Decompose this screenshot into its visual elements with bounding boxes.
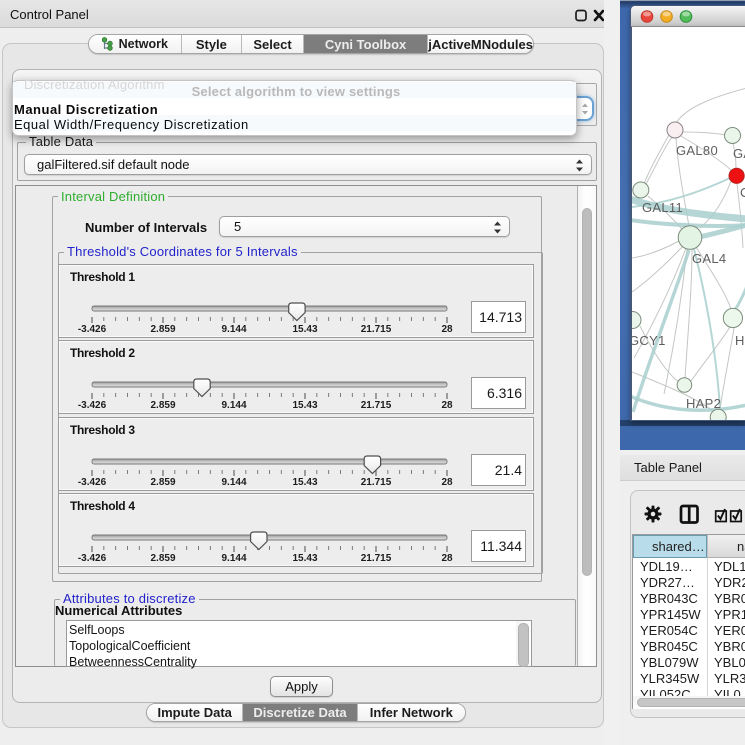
svg-text:15.43: 15.43 — [292, 324, 317, 335]
svg-text:21.715: 21.715 — [361, 324, 392, 335]
svg-text:9.144: 9.144 — [221, 477, 246, 488]
svg-text:2.859: 2.859 — [150, 324, 175, 335]
svg-text:2.859: 2.859 — [150, 477, 175, 488]
svg-text:GAL4: GAL4 — [692, 251, 726, 266]
svg-text:21.715: 21.715 — [361, 477, 392, 488]
svg-text:GAL11: GAL11 — [642, 200, 683, 215]
svg-text:15.43: 15.43 — [292, 400, 317, 411]
svg-text:28: 28 — [441, 553, 453, 564]
svg-text:-3.426: -3.426 — [78, 553, 107, 564]
svg-text:GAL80: GAL80 — [676, 143, 718, 158]
svg-text:28: 28 — [441, 400, 453, 411]
svg-text:9.144: 9.144 — [221, 324, 246, 335]
svg-text:GA: GA — [733, 146, 745, 161]
svg-text:9.144: 9.144 — [221, 553, 246, 564]
svg-text:-3.426: -3.426 — [78, 477, 107, 488]
svg-text:-3.426: -3.426 — [78, 400, 107, 411]
svg-text:28: 28 — [441, 477, 453, 488]
svg-text:15.43: 15.43 — [292, 477, 317, 488]
svg-text:15.43: 15.43 — [292, 553, 317, 564]
svg-text:C: C — [740, 185, 745, 200]
svg-text:HAP2: HAP2 — [686, 396, 721, 411]
svg-text:-3.426: -3.426 — [78, 324, 107, 335]
svg-text:2.859: 2.859 — [150, 553, 175, 564]
svg-text:GCY1: GCY1 — [632, 333, 666, 348]
svg-text:28: 28 — [441, 324, 453, 335]
svg-text:21.715: 21.715 — [361, 553, 392, 564]
svg-text:H: H — [735, 333, 745, 348]
svg-text:2.859: 2.859 — [150, 400, 175, 411]
svg-text:9.144: 9.144 — [221, 400, 246, 411]
svg-text:21.715: 21.715 — [361, 400, 392, 411]
